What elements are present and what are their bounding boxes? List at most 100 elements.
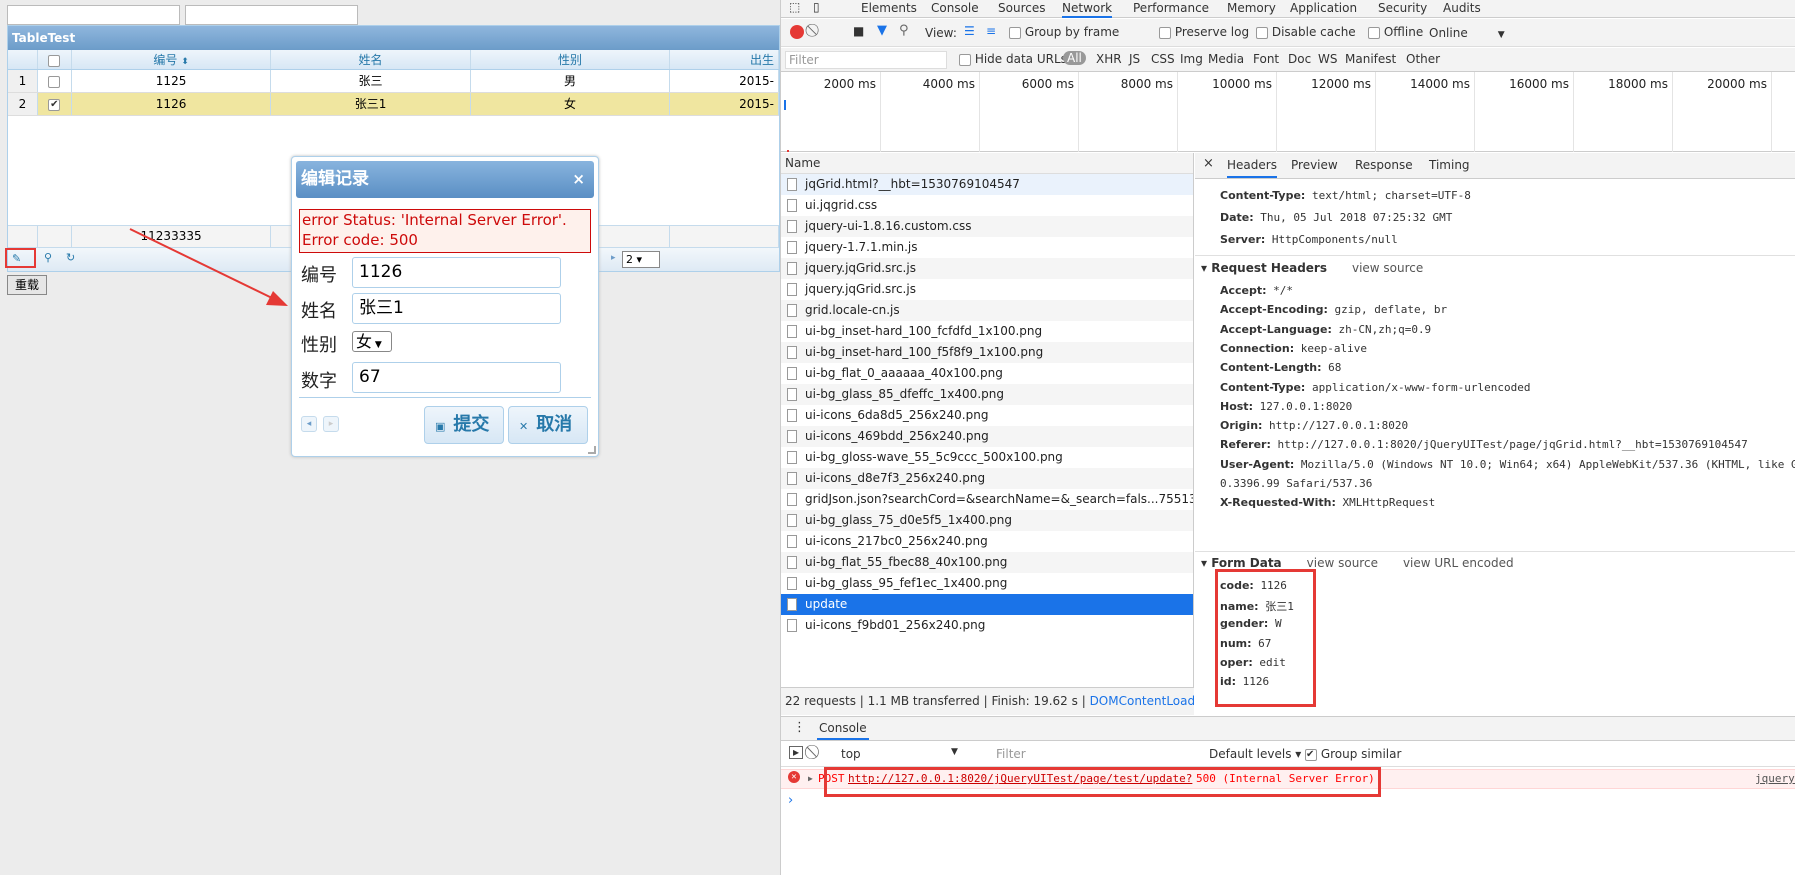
search-icon[interactable]: ⚲ (899, 23, 909, 38)
type-manifest[interactable]: Manifest (1345, 52, 1396, 66)
request-row[interactable]: jquery.jqGrid.src.js (781, 258, 1193, 279)
request-row[interactable]: ui-bg_glass_75_d0e5f5_1x400.png (781, 510, 1193, 531)
type-xhr[interactable]: XHR (1096, 52, 1122, 66)
name-column-header[interactable]: Name (781, 153, 1193, 174)
next-record-icon[interactable]: ▸ (323, 416, 339, 432)
request-row[interactable]: jqGrid.html?__hbt=1530769104547 (781, 174, 1193, 195)
context-select[interactable]: top ▼ (841, 747, 961, 761)
screenshot-icon[interactable]: ■ (853, 24, 864, 38)
num-field[interactable]: 67 (352, 362, 561, 393)
record-icon[interactable] (790, 25, 804, 39)
tab-audits[interactable]: Audits (1443, 0, 1481, 18)
tab-sources[interactable]: Sources (998, 0, 1045, 18)
request-row[interactable]: ui-bg_inset-hard_100_f5f8f9_1x100.png (781, 342, 1193, 363)
type-all[interactable]: All (1063, 51, 1086, 65)
offline-checkbox[interactable] (1368, 26, 1380, 39)
hide-data-urls[interactable]: Hide data URLs (959, 52, 1067, 66)
header-row: Connection: keep-alive (1220, 342, 1367, 355)
offline[interactable]: Offline (1368, 25, 1423, 39)
device-toolbar-icon[interactable]: ▯ (813, 0, 820, 14)
sidebar-toggle-icon[interactable]: ▸ (789, 746, 803, 759)
type-other[interactable]: Other (1406, 52, 1440, 66)
preserve-log[interactable]: Preserve log (1159, 25, 1249, 39)
filter-input[interactable]: Filter (785, 51, 947, 69)
filter-icon[interactable]: ▼ (877, 23, 887, 38)
request-row[interactable]: ui-bg_flat_55_fbec88_40x100.png (781, 552, 1193, 573)
view-url-encoded-link[interactable]: view URL encoded (1403, 556, 1514, 570)
tab-response[interactable]: Response (1355, 158, 1413, 172)
type-js[interactable]: JS (1129, 52, 1140, 66)
error-source-link[interactable]: jquery- (1755, 770, 1795, 788)
disable-cache-checkbox[interactable] (1256, 26, 1268, 39)
request-row[interactable]: ui-icons_6da8d5_256x240.png (781, 405, 1193, 426)
group-by-frame[interactable]: Group by frame (1009, 25, 1119, 39)
request-row[interactable]: ui-bg_flat_0_aaaaaa_40x100.png (781, 363, 1193, 384)
group-by-frame-checkbox[interactable] (1009, 26, 1021, 39)
close-icon[interactable]: × (572, 161, 585, 198)
hide-data-urls-checkbox[interactable] (959, 53, 971, 66)
tab-performance[interactable]: Performance (1133, 0, 1209, 18)
more-icon[interactable]: ⋮ (793, 720, 806, 735)
request-row[interactable]: jquery.jqGrid.src.js (781, 279, 1193, 300)
request-row[interactable]: gridJson.json?searchCord=&searchName=&_s… (781, 489, 1193, 510)
tab-timing[interactable]: Timing (1429, 158, 1470, 172)
request-row[interactable]: ui-bg_inset-hard_100_fcfdfd_1x100.png (781, 321, 1193, 342)
request-headers-section[interactable]: ▾ Request Headers view source (1201, 261, 1423, 275)
request-row[interactable]: jquery-1.7.1.min.js (781, 237, 1193, 258)
request-row[interactable]: ui-bg_glass_85_dfeffc_1x400.png (781, 384, 1193, 405)
prev-record-icon[interactable]: ◂ (301, 416, 317, 432)
tab-preview[interactable]: Preview (1291, 158, 1338, 172)
name-field[interactable]: 张三1 (352, 293, 561, 324)
submit-button[interactable]: ▣ 提交 (424, 406, 504, 444)
tab-application[interactable]: Application (1290, 0, 1357, 18)
type-doc[interactable]: Doc (1288, 52, 1311, 66)
group-similar[interactable]: ✔ Group similar (1305, 747, 1401, 761)
request-row[interactable]: ui-icons_469bdd_256x240.png (781, 426, 1193, 447)
dialog-titlebar[interactable]: 编辑记录 × (296, 161, 594, 198)
type-font[interactable]: Font (1253, 52, 1279, 66)
group-similar-checkbox[interactable]: ✔ (1305, 748, 1317, 761)
resize-handle[interactable] (588, 446, 596, 454)
chevron-down-icon: ▼ (1497, 30, 1505, 40)
inspect-icon[interactable]: ⬚ (789, 0, 800, 14)
form-data-section[interactable]: ▾ Form Data view source view URL encoded (1201, 556, 1514, 570)
gender-select[interactable]: 女 ▼ (352, 331, 392, 352)
tab-headers[interactable]: Headers (1227, 158, 1277, 178)
request-name: ui-bg_inset-hard_100_f5f8f9_1x100.png (805, 345, 1044, 359)
tab-elements[interactable]: Elements (861, 0, 917, 18)
throttling-select[interactable]: Online ▼ (1429, 26, 1505, 40)
tab-console[interactable]: Console (931, 0, 979, 18)
request-row[interactable]: jquery-ui-1.8.16.custom.css (781, 216, 1193, 237)
disable-cache[interactable]: Disable cache (1256, 25, 1356, 39)
type-ws[interactable]: WS (1318, 52, 1337, 66)
request-row[interactable]: ui-bg_gloss-wave_55_5c9ccc_500x100.png (781, 447, 1193, 468)
request-row[interactable]: ui-bg_glass_95_fef1ec_1x400.png (781, 573, 1193, 594)
tab-network[interactable]: Network (1062, 0, 1113, 18)
code-field[interactable]: 1126 (352, 257, 561, 288)
request-row[interactable]: ui-icons_d8e7f3_256x240.png (781, 468, 1193, 489)
large-rows-icon[interactable]: ☰ (964, 24, 975, 38)
request-row[interactable]: ui-icons_f9bd01_256x240.png (781, 615, 1193, 636)
view-source-link[interactable]: view source (1307, 556, 1378, 570)
type-img[interactable]: Img (1180, 52, 1203, 66)
file-icon (787, 283, 797, 296)
request-row[interactable]: grid.locale-cn.js (781, 300, 1193, 321)
tab-security[interactable]: Security (1378, 0, 1427, 18)
type-css[interactable]: CSS (1151, 52, 1175, 66)
console-filter-input[interactable]: Filter (993, 745, 1193, 763)
request-row[interactable]: ui-icons_217bc0_256x240.png (781, 531, 1193, 552)
request-row[interactable]: ui.jqgrid.css (781, 195, 1193, 216)
preserve-log-checkbox[interactable] (1159, 26, 1171, 39)
log-levels-select[interactable]: Default levels ▾ (1209, 747, 1301, 761)
console-tab[interactable]: Console (817, 721, 869, 740)
overview-icon[interactable]: ≡ (986, 24, 996, 38)
console-prompt-icon[interactable]: › (788, 793, 793, 808)
expand-arrow-icon[interactable]: ▶ (808, 770, 813, 788)
view-source-link[interactable]: view source (1352, 261, 1423, 275)
timeline-bar (784, 100, 786, 110)
tab-memory[interactable]: Memory (1227, 0, 1276, 18)
type-media[interactable]: Media (1208, 52, 1244, 66)
request-row[interactable]: update (781, 594, 1193, 615)
cancel-button[interactable]: ✕ 取消 (508, 406, 588, 444)
close-icon[interactable]: × (1203, 156, 1214, 171)
